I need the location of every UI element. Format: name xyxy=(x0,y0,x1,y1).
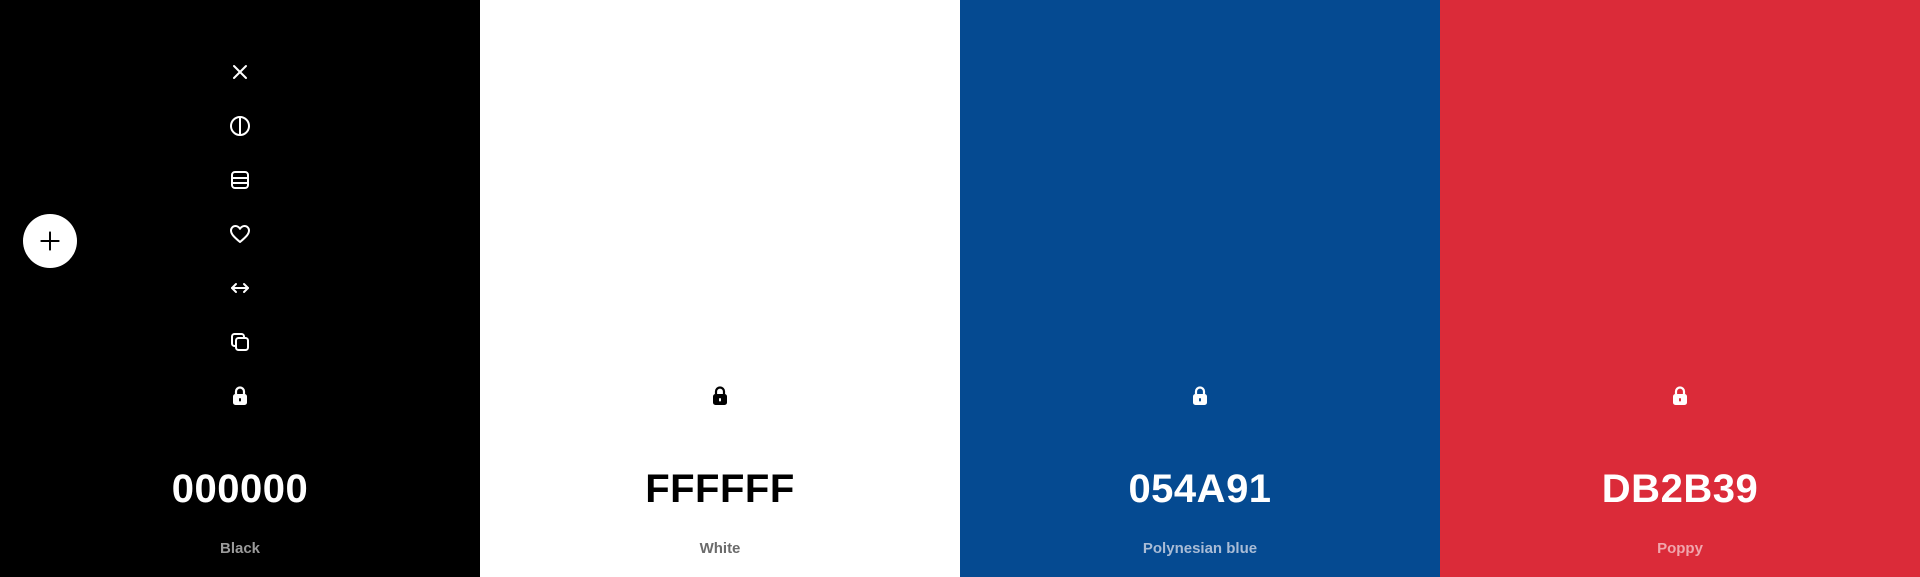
hex-code[interactable]: 000000 xyxy=(0,464,480,514)
lock-icon xyxy=(713,386,727,405)
shades-button[interactable] xyxy=(222,162,258,198)
hex-code[interactable]: 054A91 xyxy=(960,464,1440,514)
heart-icon xyxy=(230,225,250,243)
hex-code[interactable]: FFFFFF xyxy=(480,464,960,514)
color-name: Polynesian blue xyxy=(1142,540,1258,557)
lock-color-button[interactable] xyxy=(702,378,738,414)
remove-color-button[interactable] xyxy=(222,54,258,90)
swatch-polynesian-blue[interactable]: 054A91 Polynesian blue xyxy=(960,0,1440,577)
drag-handle[interactable] xyxy=(222,270,258,306)
add-color-button[interactable] xyxy=(23,214,77,268)
plus-icon xyxy=(40,231,60,251)
color-name: White xyxy=(699,540,741,557)
hex-code[interactable]: DB2B39 xyxy=(1440,464,1920,514)
color-palette: 000000 Black FFFFFF White 054A91 Polynes… xyxy=(0,0,1920,577)
view-shades-button[interactable] xyxy=(222,108,258,144)
copy-icon xyxy=(231,333,249,351)
swatch-toolbar xyxy=(220,54,260,432)
color-name: Black xyxy=(219,540,261,557)
lock-color-button[interactable] xyxy=(1182,378,1218,414)
shades-icon xyxy=(231,171,249,189)
lock-icon xyxy=(233,386,247,405)
swatch-poppy[interactable]: DB2B39 Poppy xyxy=(1440,0,1920,577)
close-icon xyxy=(233,65,247,79)
lock-icon xyxy=(1673,386,1687,405)
drag-icon xyxy=(231,283,249,293)
swatch-white[interactable]: FFFFFF White xyxy=(480,0,960,577)
lock-color-button[interactable] xyxy=(222,378,258,414)
save-color-button[interactable] xyxy=(222,216,258,252)
contrast-icon xyxy=(230,116,250,136)
lock-color-button[interactable] xyxy=(1662,378,1698,414)
color-name: Poppy xyxy=(1657,540,1703,557)
swatch-black[interactable]: 000000 Black xyxy=(0,0,480,577)
lock-icon xyxy=(1193,386,1207,405)
copy-hex-button[interactable] xyxy=(222,324,258,360)
